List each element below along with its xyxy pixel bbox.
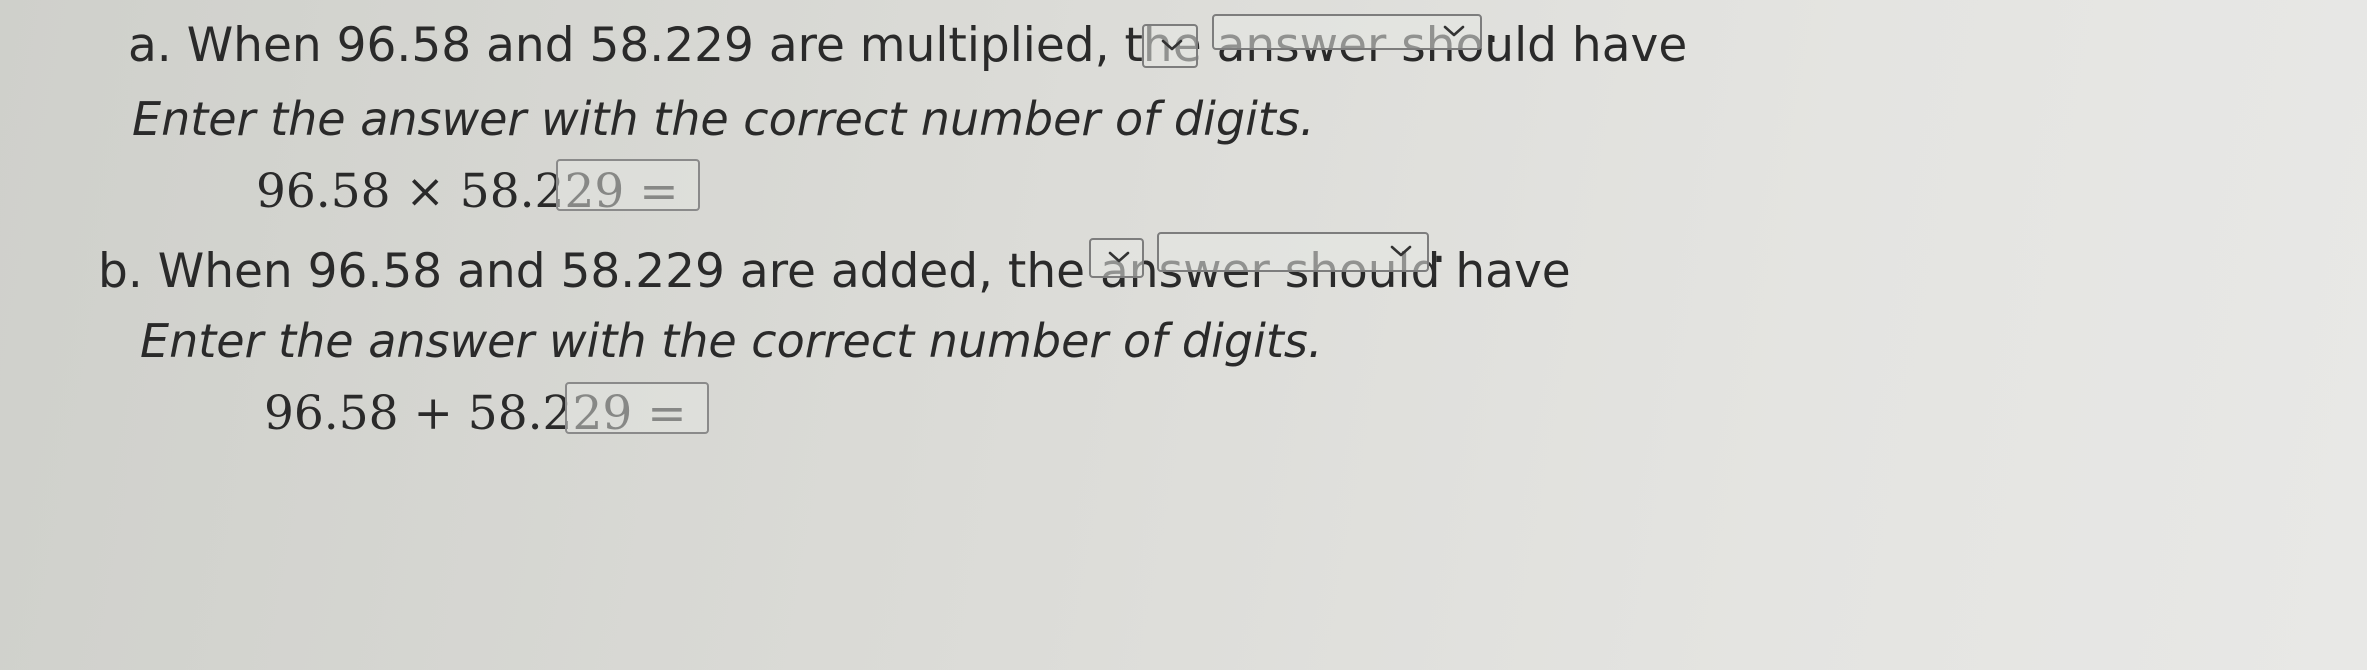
part-b-marker: b. <box>98 244 143 299</box>
part-a-select-2[interactable] <box>1212 14 1482 50</box>
part-a-instruction: Enter the answer with the correct number… <box>132 92 1315 146</box>
part-a-select-1[interactable] <box>1142 24 1198 68</box>
chevron-down-icon <box>1390 245 1412 257</box>
chevron-down-icon <box>1161 39 1183 51</box>
part-a-answer-input[interactable] <box>556 159 700 211</box>
part-b-answer-input[interactable] <box>565 382 709 434</box>
chevron-down-icon <box>1443 25 1465 37</box>
part-b-select-1[interactable] <box>1089 238 1144 278</box>
part-b-end-period: . <box>1431 216 1447 274</box>
part-b-select-2[interactable] <box>1157 232 1429 272</box>
chevron-down-icon <box>1108 251 1130 263</box>
part-a-end-period: . <box>1484 0 1500 54</box>
part-a-marker: a. <box>128 18 172 73</box>
part-b-instruction: Enter the answer with the correct number… <box>140 314 1323 368</box>
